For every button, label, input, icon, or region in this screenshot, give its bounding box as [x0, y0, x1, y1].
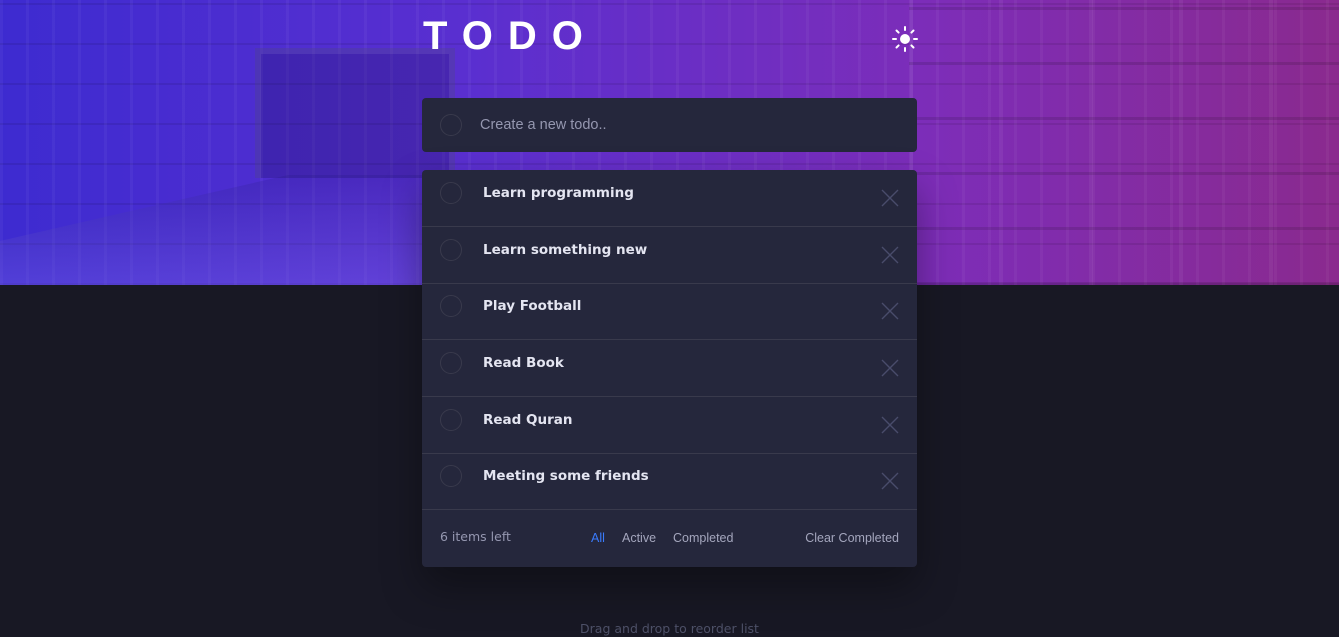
app-title: TODO: [423, 14, 598, 58]
todo-item[interactable]: Read Book: [422, 340, 917, 397]
todo-checkbox[interactable]: [440, 295, 462, 317]
reorder-hint: Drag and drop to reorder list: [580, 621, 759, 636]
todo-label: Read Book: [483, 355, 564, 371]
filter-completed[interactable]: Completed: [673, 531, 733, 545]
close-icon[interactable]: [880, 415, 900, 435]
theme-toggle-button[interactable]: [891, 25, 919, 53]
todo-label: Learn programming: [483, 185, 634, 201]
todo-checkbox[interactable]: [440, 182, 462, 204]
filter-active[interactable]: Active: [622, 531, 656, 545]
close-icon[interactable]: [880, 188, 900, 208]
todo-checkbox[interactable]: [440, 409, 462, 431]
items-left-count: 6 items left: [440, 529, 511, 544]
new-todo-check-circle[interactable]: [440, 114, 462, 136]
close-icon[interactable]: [880, 301, 900, 321]
close-icon[interactable]: [880, 358, 900, 378]
todo-footer: 6 items left All Active Completed Clear …: [422, 510, 917, 567]
todo-item[interactable]: Read Quran: [422, 397, 917, 454]
todo-checkbox[interactable]: [440, 352, 462, 374]
clear-completed-button[interactable]: Clear Completed: [805, 531, 899, 545]
filter-all[interactable]: All: [591, 531, 605, 545]
todo-item[interactable]: Play Football: [422, 283, 917, 340]
todo-item[interactable]: Learn something new: [422, 227, 917, 284]
todo-checkbox[interactable]: [440, 465, 462, 487]
todo-item[interactable]: Learn programming: [422, 170, 917, 227]
new-todo-input[interactable]: [480, 110, 900, 140]
todo-label: Meeting some friends: [483, 468, 649, 484]
todo-label: Play Football: [483, 298, 582, 314]
background-stone-wall: [909, 0, 1339, 285]
todo-list: Learn programming Learn something new Pl…: [422, 170, 917, 567]
todo-item[interactable]: Meeting some friends: [422, 453, 917, 510]
close-icon[interactable]: [880, 245, 900, 265]
sun-icon: [892, 26, 918, 52]
close-icon[interactable]: [880, 471, 900, 491]
todo-label: Learn something new: [483, 242, 648, 258]
new-todo-form: [422, 98, 917, 152]
todo-checkbox[interactable]: [440, 239, 462, 261]
todo-label: Read Quran: [483, 412, 573, 428]
